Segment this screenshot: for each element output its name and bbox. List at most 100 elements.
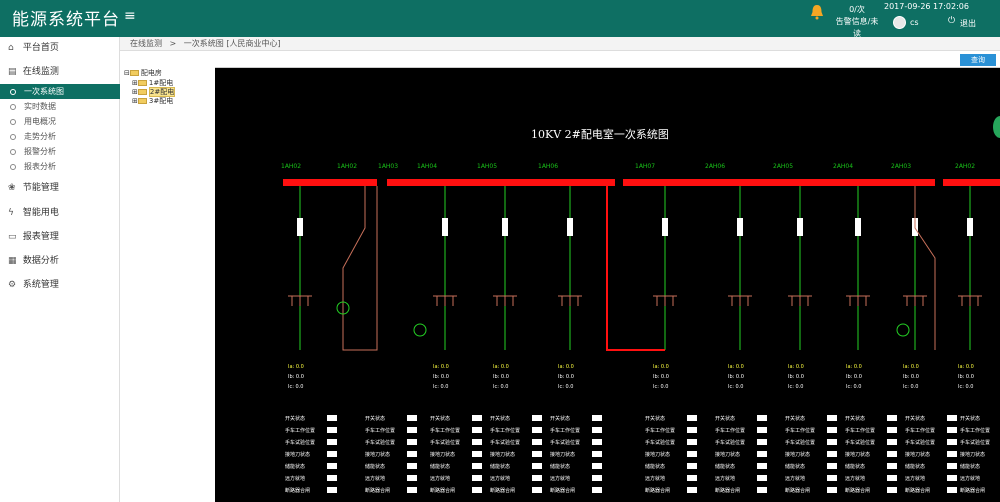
sidebar-item-system[interactable]: ⚙ 系统管理 xyxy=(0,274,120,296)
sidebar-item-energy[interactable]: ❀ 节能管理 xyxy=(0,177,120,199)
folder-icon xyxy=(137,98,147,104)
breadcrumb-parent[interactable]: 在线监测 xyxy=(130,39,162,48)
logout-button[interactable]: 退出 xyxy=(960,18,976,29)
logout-icon[interactable]: ⏻ xyxy=(948,16,955,26)
avatar[interactable] xyxy=(893,16,906,29)
status-indicator-box xyxy=(887,427,897,433)
meter-value: Ia: 0.0 xyxy=(653,364,669,370)
tree-root[interactable]: ⊟ 配电房 xyxy=(124,68,162,78)
sidebar-item-data-analysis[interactable]: ▦ 数据分析 xyxy=(0,250,120,272)
subitem-label: 报警分析 xyxy=(24,147,56,156)
subitem-usage-overview[interactable]: 用电概况 xyxy=(0,114,120,129)
status-indicator-box xyxy=(687,439,697,445)
circle-icon xyxy=(10,148,16,155)
tree-node-3[interactable]: ⊞ 3#配电 xyxy=(132,96,173,106)
status-label: 开关状态 xyxy=(430,415,450,422)
gear-icon: ⚙ xyxy=(8,280,17,290)
status-indicator-box xyxy=(687,463,697,469)
subitem-label: 走势分析 xyxy=(24,132,56,141)
status-indicator-box xyxy=(947,463,957,469)
meter-value: Ib: 0.0 xyxy=(728,374,744,380)
subitem-alarm-analysis[interactable]: 报警分析 xyxy=(0,144,120,159)
status-indicator-box xyxy=(407,475,417,481)
transformer-symbol xyxy=(896,323,910,337)
status-indicator-box xyxy=(592,427,602,433)
breaker xyxy=(567,218,573,236)
status-label: 手车试验位置 xyxy=(645,439,675,446)
status-label: 断路器合闸 xyxy=(365,487,390,494)
status-indicator-box xyxy=(592,451,602,457)
username[interactable]: cs xyxy=(910,18,919,27)
status-indicator-box xyxy=(327,487,337,493)
status-label: 手车工作位置 xyxy=(845,427,875,434)
subitem-realtime-data[interactable]: 实时数据 xyxy=(0,99,120,114)
status-indicator-box xyxy=(327,427,337,433)
status-label: 手车工作位置 xyxy=(365,427,395,434)
status-indicator-box xyxy=(592,415,602,421)
status-label: 断路器合闸 xyxy=(645,487,670,494)
status-indicator-box xyxy=(407,451,417,457)
status-label: 手车工作位置 xyxy=(550,427,580,434)
meter-value: Ib: 0.0 xyxy=(653,374,669,380)
cabinet-label: 2AH02 xyxy=(955,163,975,170)
status-label: 开关状态 xyxy=(905,415,925,422)
status-label: 储能状态 xyxy=(905,463,925,470)
status-indicator-box xyxy=(327,439,337,445)
meter-value: Ia: 0.0 xyxy=(846,364,862,370)
cabinet-label: 1AH04 xyxy=(417,163,437,170)
status-label: 断路器合闸 xyxy=(845,487,870,494)
status-label: 手车工作位置 xyxy=(490,427,520,434)
status-label: 接地刀状态 xyxy=(905,451,930,458)
meter-value: Ic: 0.0 xyxy=(788,384,803,390)
sidebar-item-reports[interactable]: ▭ 报表管理 xyxy=(0,226,120,248)
status-label: 手车试验位置 xyxy=(550,439,580,446)
meter-value: Ia: 0.0 xyxy=(288,364,304,370)
bell-icon[interactable] xyxy=(810,4,824,20)
status-indicator-box xyxy=(947,439,957,445)
status-label: 接地刀状态 xyxy=(785,451,810,458)
sidebar-item-smart-power[interactable]: ϟ 智能用电 xyxy=(0,202,120,224)
status-indicator-box xyxy=(592,439,602,445)
subitem-report-analysis[interactable]: 报表分析 xyxy=(0,159,120,174)
query-button[interactable]: 查询 xyxy=(960,54,996,66)
status-indicator-box xyxy=(827,475,837,481)
status-label: 接地刀状态 xyxy=(715,451,740,458)
datetime: 2017-09-26 17:02:06 xyxy=(884,2,969,11)
status-indicator-box xyxy=(947,415,957,421)
status-indicator-box xyxy=(887,415,897,421)
app-title: 能源系统平台 xyxy=(12,10,120,30)
alarm-count: 0/次 xyxy=(849,5,865,14)
status-indicator-box xyxy=(327,475,337,481)
status-label: 手车试验位置 xyxy=(490,439,520,446)
breaker xyxy=(797,218,803,236)
status-label: 断路器合闸 xyxy=(430,487,455,494)
status-label: 手车工作位置 xyxy=(285,427,315,434)
status-indicator-box xyxy=(887,475,897,481)
status-indicator-box xyxy=(407,427,417,433)
status-indicator-box xyxy=(472,475,482,481)
breaker xyxy=(297,218,303,236)
status-label: 储能状态 xyxy=(365,463,385,470)
status-indicator-box xyxy=(532,415,542,421)
subitem-trend-analysis[interactable]: 走势分析 xyxy=(0,129,120,144)
subitem-one-line-diagram[interactable]: 一次系统图 xyxy=(0,84,120,99)
sidebar-item-home[interactable]: ⌂ 平台首页 xyxy=(0,37,120,59)
meter-value: Ic: 0.0 xyxy=(558,384,573,390)
meter-value: Ic: 0.0 xyxy=(903,384,918,390)
status-indicator-box xyxy=(757,427,767,433)
status-label: 断路器合闸 xyxy=(905,487,930,494)
monitor-icon: ▤ xyxy=(8,67,17,77)
sidebar-item-label: 报表管理 xyxy=(22,232,59,242)
breaker xyxy=(502,218,508,236)
status-label: 开关状态 xyxy=(715,415,735,422)
status-indicator-box xyxy=(687,451,697,457)
menu-icon[interactable]: ≡ xyxy=(124,8,136,24)
status-indicator-box xyxy=(687,487,697,493)
status-indicator[interactable] xyxy=(993,116,1000,138)
status-indicator-box xyxy=(757,463,767,469)
alarm-summary[interactable]: 0/次 告警信息/未读 xyxy=(832,4,882,40)
sidebar-item-monitor[interactable]: ▤ 在线监测 xyxy=(0,61,120,83)
status-label: 接地刀状态 xyxy=(430,451,455,458)
subitem-label: 用电概况 xyxy=(24,117,56,126)
diagram-title: 10KV 2#配电室一次系统图 xyxy=(531,128,669,141)
